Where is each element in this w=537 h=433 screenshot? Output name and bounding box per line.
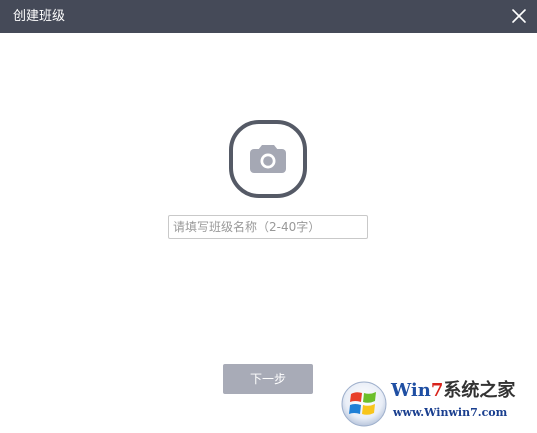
camera-icon [229,120,307,198]
dialog-title: 创建班级 [13,9,66,24]
create-class-dialog: 创建班级 下一步 [0,0,537,433]
windows-logo-icon [340,380,388,428]
close-icon [512,9,526,23]
watermark-url: www.Winwin7.com [393,406,508,419]
class-name-input[interactable] [168,215,368,239]
watermark-brand-cn: 系统之家 [443,380,516,401]
next-step-button[interactable]: 下一步 [223,364,313,394]
watermark-brand: Win7系统之家 [391,380,515,402]
close-button[interactable] [507,4,531,28]
class-avatar-upload[interactable] [228,119,308,199]
watermark-brand-seven: 7 [430,380,444,401]
title-bar[interactable]: 创建班级 [0,0,537,33]
watermark: Win7系统之家 www.Winwin7.com [337,378,535,432]
watermark-brand-prefix: Win [391,380,431,401]
